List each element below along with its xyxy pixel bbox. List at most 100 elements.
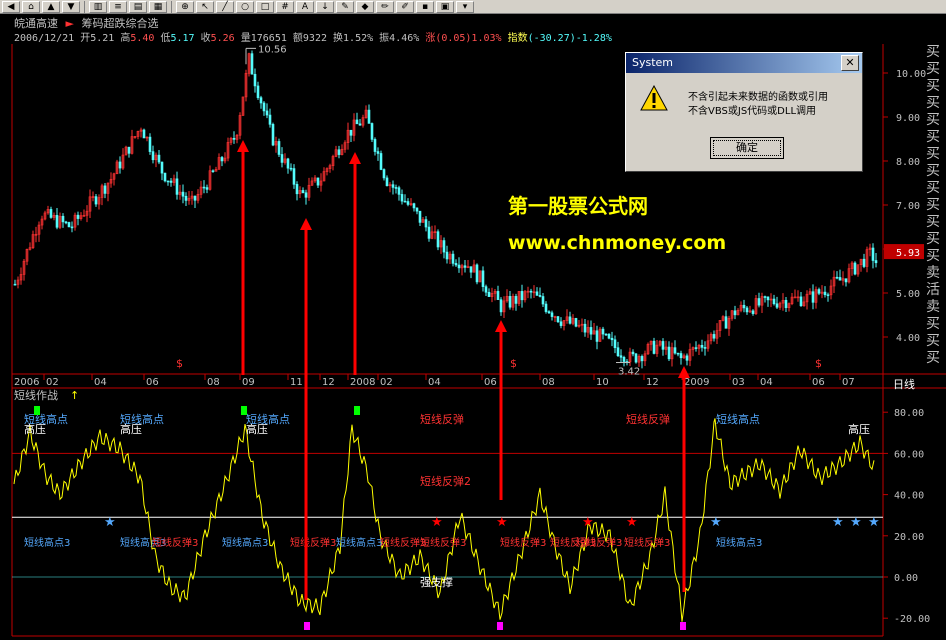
candle-body xyxy=(568,316,572,324)
candle-body xyxy=(382,169,386,179)
candle-body xyxy=(400,194,404,202)
candle-body xyxy=(76,214,80,219)
indicator-tick-label: 80.00 xyxy=(894,408,924,419)
candle-body xyxy=(451,253,455,264)
x-tick-label: 06 xyxy=(484,377,497,388)
dialog-title: System xyxy=(632,56,674,69)
candle-body xyxy=(862,258,866,267)
pressure-label: 高压 xyxy=(848,422,870,436)
candle-body xyxy=(271,124,275,146)
tab-daily[interactable]: 日线 xyxy=(893,376,915,392)
candle-body xyxy=(559,321,563,326)
candle-body xyxy=(799,296,803,307)
rebound-label: 短线反弹 xyxy=(420,412,464,426)
candle-body xyxy=(640,356,644,362)
right-side-glyph: 买 xyxy=(926,316,940,332)
close-icon[interactable]: ✕ xyxy=(841,55,859,71)
candle-body xyxy=(484,286,488,293)
candle-body xyxy=(355,119,359,125)
dialog-message: 不含引起未来数据的函数或引用 不含VBS或JS代码或DLL调用 xyxy=(688,91,828,119)
ok-button[interactable]: 确定 xyxy=(710,137,784,159)
candle-body xyxy=(169,180,173,183)
candle-body xyxy=(436,231,440,248)
candle-body xyxy=(703,347,707,349)
x-tick-label: 10 xyxy=(596,377,609,388)
candle-body xyxy=(232,138,236,140)
candle-body xyxy=(166,180,170,183)
open-label: 开 xyxy=(80,33,91,44)
x-tick-label: 08 xyxy=(542,377,555,388)
candle-body xyxy=(370,123,374,140)
candle-body xyxy=(301,190,305,194)
candle-body xyxy=(424,219,428,228)
right-side-glyph: 卖 xyxy=(926,299,940,315)
low-mark-label: 3.42 xyxy=(618,367,640,378)
candle-body xyxy=(70,226,74,229)
candle-body xyxy=(373,139,377,152)
candle-body xyxy=(676,352,680,355)
amt-value: 9322 xyxy=(302,33,327,44)
indicator-name: 短线作战 xyxy=(14,388,58,402)
amp-label: 振 xyxy=(379,33,390,44)
price-tick-label: 4.00 xyxy=(896,333,920,344)
candle-body xyxy=(418,210,422,223)
candle-body xyxy=(193,195,197,201)
bottom-signal-label: 短线高点3 xyxy=(336,536,382,549)
candle-body xyxy=(157,154,161,163)
candle-body xyxy=(685,355,689,361)
candle-body xyxy=(475,264,479,283)
green-marker xyxy=(354,406,360,415)
x-tick-label: 04 xyxy=(428,377,441,388)
bottom-signal-label: 短线反弹3 xyxy=(290,536,336,549)
right-side-glyph: 买 xyxy=(926,95,940,111)
candle-body xyxy=(481,270,485,287)
candle-body xyxy=(853,262,857,275)
quote-date: 2006/12/21 xyxy=(14,33,75,44)
amp-value: 4.46% xyxy=(389,33,420,44)
candle-body xyxy=(103,185,107,194)
candle-body xyxy=(184,195,188,201)
dialog-message-line2: 不含VBS或JS代码或DLL调用 xyxy=(688,106,817,117)
candle-body xyxy=(871,247,875,261)
green-marker xyxy=(34,406,40,415)
candle-body xyxy=(496,291,500,300)
bottom-signal-label: 短线反弹3 xyxy=(152,536,198,549)
candle-body xyxy=(454,263,458,266)
candle-body xyxy=(160,161,164,174)
bottom-signal-label: 短线高点3 xyxy=(222,536,268,549)
candle-body xyxy=(751,310,755,314)
pressure-label: 高压 xyxy=(120,422,142,436)
green-marker xyxy=(241,406,247,415)
candle-body xyxy=(292,168,296,185)
candle-body xyxy=(694,347,698,349)
x-tick-label: 07 xyxy=(842,377,855,388)
candle-body xyxy=(259,97,263,104)
candle-body xyxy=(61,215,65,223)
candle-body xyxy=(595,330,599,342)
chg-label: 涨 xyxy=(425,33,436,44)
candle-body xyxy=(811,291,815,303)
right-side-glyph: 买 xyxy=(926,333,940,349)
bottom-signal-label: 短线反弹3 xyxy=(420,536,466,549)
candle-body xyxy=(679,353,683,359)
x-tick-label: 11 xyxy=(290,377,303,388)
bottom-signal-label: 短线高点3 xyxy=(716,536,762,549)
candle-body xyxy=(499,299,503,313)
candle-body xyxy=(547,311,551,314)
open-value: 5.21 xyxy=(90,33,115,44)
candle-body xyxy=(661,341,665,350)
candle-body xyxy=(574,318,578,327)
candle-body xyxy=(775,303,779,308)
candle-body xyxy=(607,333,611,339)
candle-body xyxy=(784,299,788,309)
candle-body xyxy=(544,303,548,312)
candle-body xyxy=(175,178,179,195)
candle-body xyxy=(613,339,617,349)
candle-body xyxy=(838,277,842,281)
candle-body xyxy=(316,177,320,186)
candle-body xyxy=(745,307,749,313)
dialog-message-line1: 不含引起未来数据的函数或引用 xyxy=(688,92,828,103)
right-side-glyph: 买 xyxy=(926,180,940,196)
star-icon: ★ xyxy=(431,515,443,530)
pressure-label: 高压 xyxy=(246,422,268,436)
